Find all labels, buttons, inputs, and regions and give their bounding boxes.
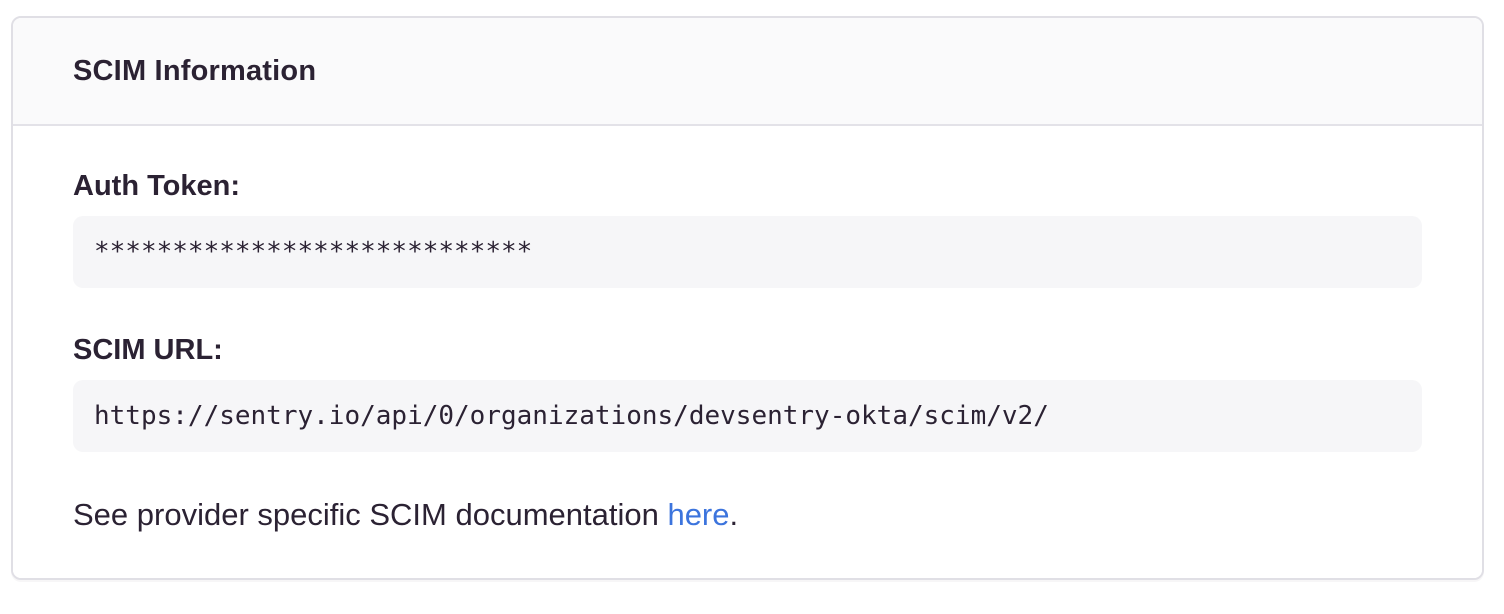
panel-title: SCIM Information — [73, 55, 316, 88]
scim-information-panel: SCIM Information Auth Token: ***********… — [11, 16, 1484, 580]
documentation-note: See provider specific SCIM documentation… — [73, 496, 1422, 534]
panel-body: Auth Token: ****************************… — [13, 126, 1482, 578]
panel-header: SCIM Information — [13, 18, 1482, 126]
scim-url-value: https://sentry.io/api/0/organizations/de… — [73, 380, 1422, 452]
documentation-link[interactable]: here — [667, 497, 729, 532]
scim-url-label: SCIM URL: — [73, 332, 1422, 368]
documentation-note-text: See provider specific SCIM documentation — [73, 497, 667, 532]
documentation-note-period: . — [730, 497, 739, 532]
auth-token-label: Auth Token: — [73, 168, 1422, 204]
auth-token-value: **************************** — [73, 216, 1422, 288]
